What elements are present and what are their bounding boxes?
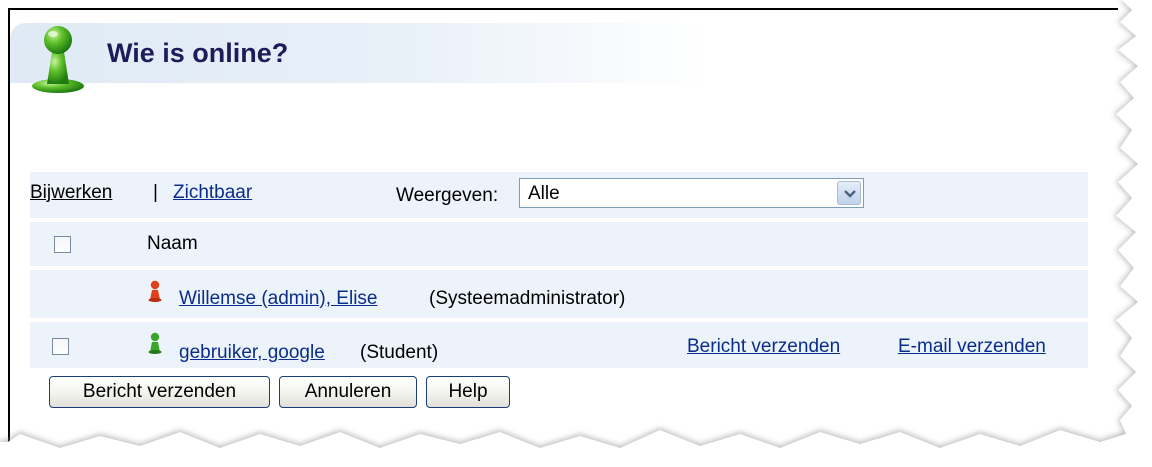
user-role: (Student): [360, 342, 439, 363]
send-message-link[interactable]: Bericht verzenden: [687, 336, 840, 358]
cancel-button[interactable]: Annuleren: [279, 376, 417, 408]
send-message-button[interactable]: Bericht verzenden: [49, 376, 270, 408]
green-user-icon: [148, 332, 162, 354]
select-all-checkbox[interactable]: [54, 236, 71, 253]
red-user-icon: [148, 280, 162, 302]
help-button[interactable]: Help: [426, 376, 510, 408]
display-label: Weergeven:: [396, 185, 499, 206]
online-users-pawn-icon: [32, 26, 84, 93]
table-header-row: Naam: [30, 222, 1088, 266]
toolbar-row: Bijwerken | Zichtbaar Weergeven: Alle: [30, 172, 1088, 218]
who-is-online-panel: Bijwerken | Zichtbaar Weergeven: Alle Na…: [30, 172, 1088, 368]
page-title: Wie is online?: [107, 38, 289, 68]
user-select-checkbox[interactable]: [52, 338, 69, 355]
toolbar-separator: |: [153, 182, 158, 203]
table-row: gebruiker, google (Student) Bericht verz…: [30, 322, 1088, 368]
visible-link[interactable]: Zichtbaar: [173, 182, 252, 204]
user-name-link[interactable]: Willemse (admin), Elise: [179, 288, 377, 310]
chevron-down-icon: [844, 190, 856, 198]
display-select-value: Alle: [528, 183, 560, 204]
user-role: (Systeemadministrator): [429, 288, 626, 309]
column-header-name: Naam: [147, 233, 198, 254]
display-select[interactable]: Alle: [519, 178, 864, 208]
user-name-link[interactable]: gebruiker, google: [179, 342, 325, 364]
refresh-link[interactable]: Bijwerken: [30, 182, 112, 204]
dropdown-button[interactable]: [837, 181, 861, 205]
send-email-link[interactable]: E-mail verzenden: [898, 336, 1046, 358]
table-row: Willemse (admin), Elise (Systeemadminist…: [30, 270, 1088, 318]
